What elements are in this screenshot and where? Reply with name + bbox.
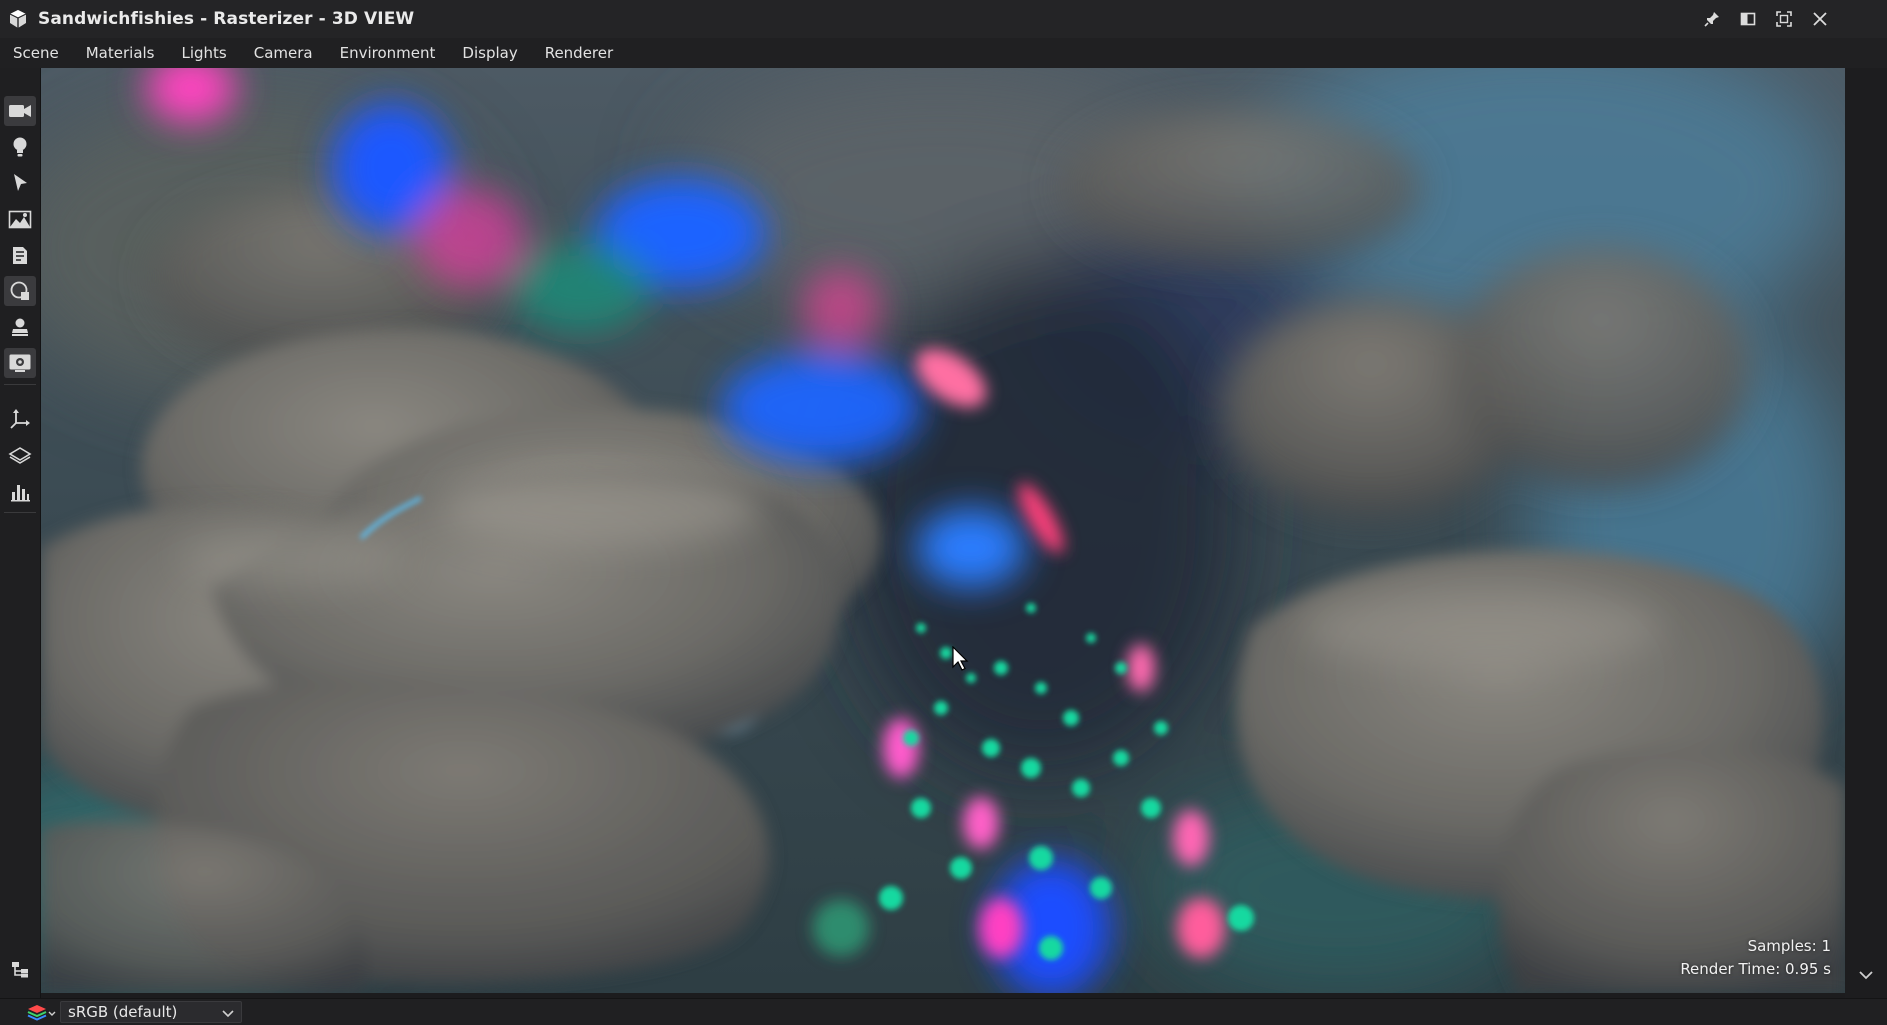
camera-tool-button[interactable] — [4, 96, 36, 126]
menu-renderer[interactable]: Renderer — [532, 44, 627, 62]
menu-materials[interactable]: Materials — [73, 44, 169, 62]
stamp-icon — [12, 318, 28, 336]
color-layers-icon — [27, 1005, 56, 1021]
histogram-tool-button[interactable] — [4, 476, 36, 506]
chevron-down-icon — [221, 1006, 235, 1024]
lights-tool-button[interactable] — [4, 132, 36, 162]
samples-count: Samples: 1 — [1747, 937, 1831, 955]
right-panel-strip — [1845, 68, 1887, 998]
material-sphere-icon — [10, 281, 29, 300]
menu-lights[interactable]: Lights — [169, 44, 241, 62]
render-stats: Samples: 1 Render Time: 0.95 s — [1680, 935, 1831, 981]
transform-axes-icon — [10, 409, 30, 429]
menu-camera[interactable]: Camera — [241, 44, 327, 62]
title-bar: Sandwichfishies - Rasterizer - 3D VIEW — [0, 0, 1887, 38]
colorspace-dropdown[interactable]: sRGB (default) — [60, 1001, 242, 1023]
rendered-scene-image — [41, 68, 1845, 993]
colorspace-layers-button[interactable] — [26, 1002, 56, 1024]
toolbar-separator — [4, 384, 36, 385]
render-settings-tool-button[interactable] — [4, 348, 36, 378]
cube-icon — [6, 7, 30, 31]
colorspace-value: sRGB (default) — [68, 1003, 178, 1021]
select-arrow-icon — [14, 174, 27, 191]
mouse-cursor-icon — [951, 645, 969, 676]
window-controls — [1701, 0, 1831, 38]
window-title: Sandwichfishies - Rasterizer - 3D VIEW — [38, 9, 415, 29]
left-toolbar — [0, 68, 41, 998]
restore-icon[interactable] — [1737, 8, 1759, 30]
chevron-down-icon — [1859, 971, 1873, 980]
menu-bar: Scene Materials Lights Camera Environmen… — [0, 38, 1887, 68]
close-icon[interactable] — [1809, 8, 1831, 30]
select-tool-button[interactable] — [4, 168, 36, 198]
transform-tool-button[interactable] — [4, 404, 36, 434]
layers-tool-button[interactable] — [4, 440, 36, 470]
toolbar-separator — [4, 512, 36, 513]
layers-plane-icon — [8, 447, 32, 464]
menu-environment[interactable]: Environment — [327, 44, 450, 62]
menu-scene[interactable]: Scene — [0, 44, 73, 62]
render-settings-icon — [9, 354, 31, 372]
light-bulb-icon — [13, 137, 27, 157]
render-time: Render Time: 0.95 s — [1680, 960, 1831, 978]
material-tool-button[interactable] — [4, 276, 36, 306]
maximize-icon[interactable] — [1773, 8, 1795, 30]
menu-display[interactable]: Display — [449, 44, 531, 62]
histogram-icon — [11, 485, 30, 502]
environment-image-icon — [8, 210, 32, 229]
clipboard-tool-button[interactable] — [4, 240, 36, 270]
rasterizer-window: Sandwichfishies - Rasterizer - 3D VIEW S… — [0, 0, 1887, 1025]
hierarchy-icon — [12, 962, 28, 978]
clipboard-icon — [13, 247, 27, 264]
hierarchy-button[interactable] — [8, 958, 32, 982]
camera-icon — [9, 105, 31, 117]
environment-tool-button[interactable] — [4, 204, 36, 234]
3d-viewport[interactable]: Samples: 1 Render Time: 0.95 s — [41, 68, 1845, 993]
scroll-down-button[interactable] — [1855, 964, 1877, 986]
pin-icon[interactable] — [1701, 8, 1723, 30]
bottom-bar: sRGB (default) — [0, 998, 1887, 1025]
stamp-tool-button[interactable] — [4, 312, 36, 342]
